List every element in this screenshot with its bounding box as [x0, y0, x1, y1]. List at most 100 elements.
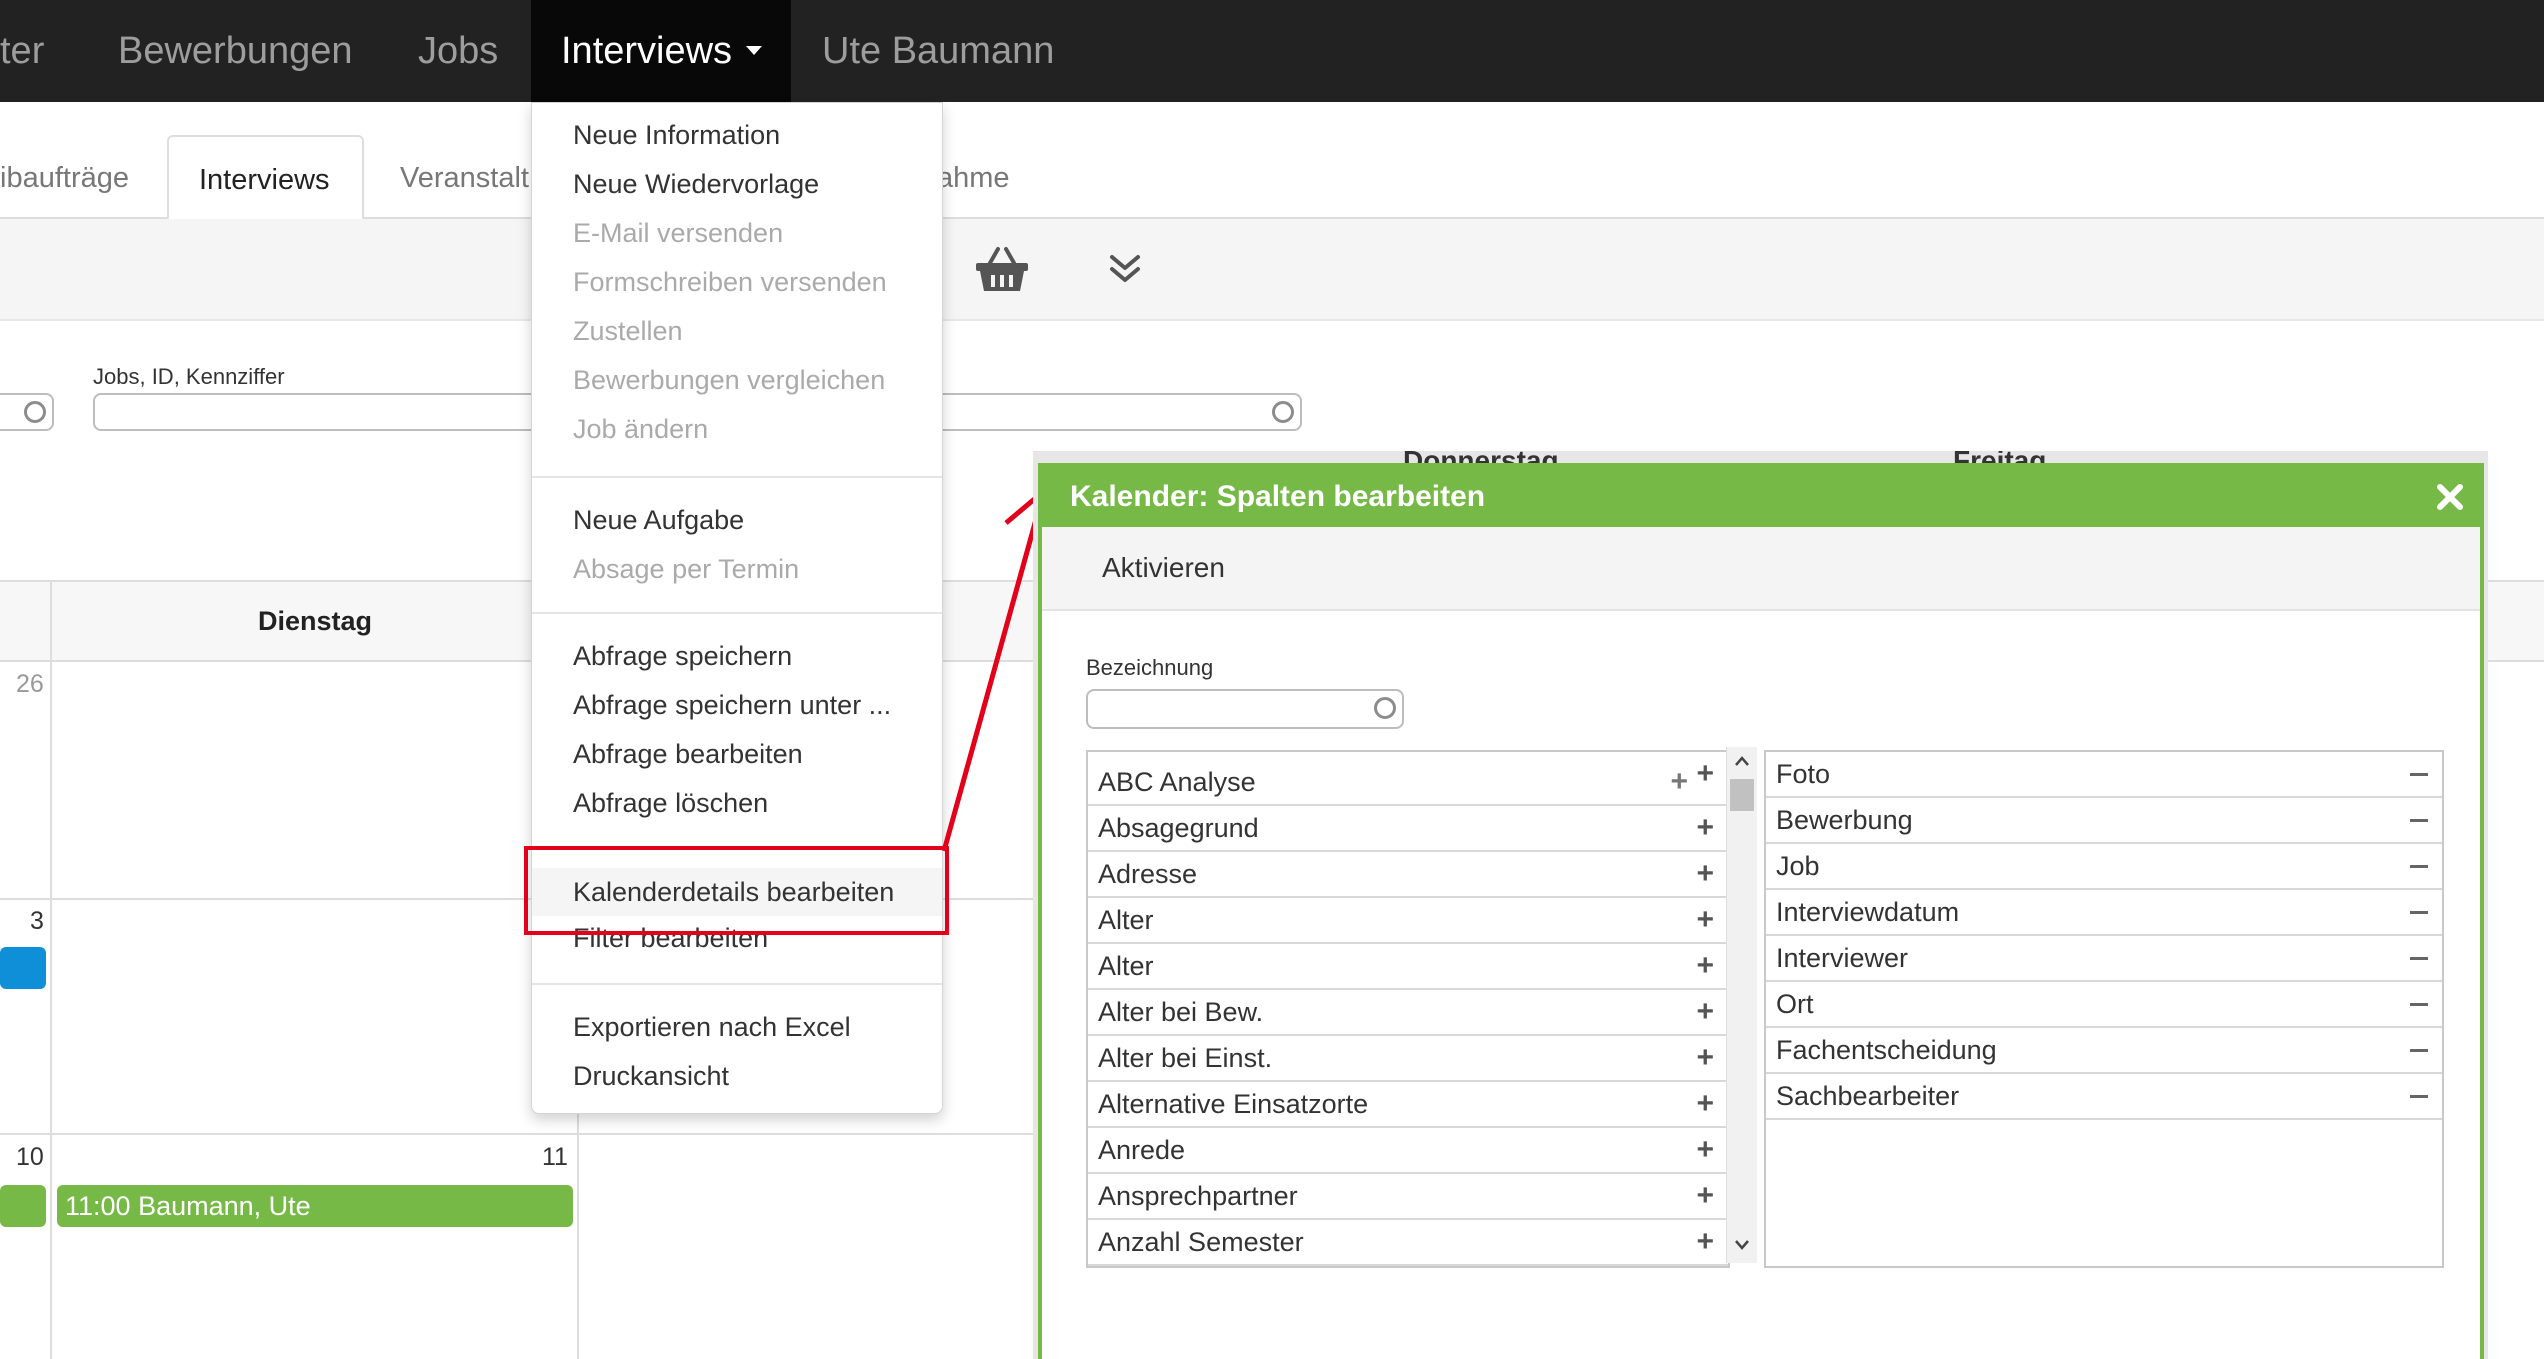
list-item[interactable]: Bewerbung	[1766, 798, 2442, 844]
tab-aktivieren[interactable]: Aktivieren	[1102, 527, 1225, 609]
add-icon[interactable]: +	[1696, 944, 1714, 988]
menu-item-job-aendern: Job ändern	[573, 414, 709, 444]
menu-divider	[532, 476, 942, 478]
menu-item-absage-per-termin: Absage per Termin	[573, 554, 800, 584]
clear-circle-icon[interactable]	[1272, 401, 1294, 423]
scrollbar-thumb[interactable]	[1730, 779, 1754, 811]
list-item[interactable]: Interviewdatum	[1766, 890, 2442, 936]
list-item[interactable]: Interviewer	[1766, 936, 2442, 982]
menu-item-neue-wiedervorlage[interactable]: Neue Wiedervorlage	[573, 169, 819, 200]
search-label: Bezeichnung	[1086, 655, 1214, 680]
calendar-event-green[interactable]	[0, 1185, 46, 1227]
calendar-col-divider	[50, 580, 52, 1359]
top-navbar: ter Bewerbungen Jobs Interviews Ute Baum…	[0, 0, 2544, 102]
list-item[interactable]: Anzahl Semester +	[1088, 1220, 1728, 1266]
toolbar	[0, 219, 2544, 321]
nav-item-interviews[interactable]: Interviews	[531, 0, 791, 102]
list-item[interactable]: Foto	[1766, 752, 2442, 798]
menu-item-abfrage-speichern[interactable]: Abfrage speichern	[573, 641, 792, 672]
close-icon[interactable]	[2432, 479, 2468, 515]
menu-item-exportieren-excel[interactable]: Exportieren nach Excel	[573, 1012, 851, 1043]
list-item[interactable]: Anrede +	[1088, 1128, 1728, 1174]
list-item[interactable]: Alter bei Bew. +	[1088, 990, 1728, 1036]
menu-item-formschreiben: Formschreiben versenden	[573, 267, 887, 297]
list-item-label: Bewerbung	[1776, 805, 1913, 835]
add-icon[interactable]: +	[1696, 752, 1714, 796]
nav-item-user[interactable]: Ute Baumann	[822, 0, 1054, 102]
search-input[interactable]	[1086, 689, 1404, 729]
menu-item-neue-aufgabe[interactable]: Neue Aufgabe	[573, 505, 744, 536]
list-item-label: ABC Analyse	[1098, 767, 1256, 797]
list-item-label: Interviewer	[1776, 943, 1909, 973]
caret-down-icon	[746, 46, 763, 56]
tab-interviews[interactable]: Interviews	[167, 135, 364, 220]
add-icon[interactable]: +	[1696, 1174, 1714, 1218]
nav-item-partial[interactable]: ter	[0, 0, 44, 102]
clear-circle-icon[interactable]	[24, 401, 46, 423]
calendar-day-number[interactable]: 26	[16, 670, 44, 699]
list-item-label: Absagegrund	[1098, 813, 1259, 843]
list-item[interactable]: Sachbearbeiter	[1766, 1074, 2442, 1120]
menu-item-abfrage-loeschen[interactable]: Abfrage löschen	[573, 788, 768, 819]
tab-partial-right[interactable]: ahme	[937, 135, 1010, 218]
list-item[interactable]: Job	[1766, 844, 2442, 890]
menu-item-zustellen: Zustellen	[573, 316, 683, 346]
highlight-box	[524, 846, 949, 935]
calendar-event[interactable]: 11:00 Baumann, Ute	[57, 1185, 573, 1227]
add-icon[interactable]: +	[1696, 1082, 1714, 1126]
add-icon[interactable]: +	[1696, 1036, 1714, 1080]
chevron-up-icon[interactable]	[1734, 755, 1750, 767]
menu-item-druckansicht[interactable]: Druckansicht	[573, 1061, 729, 1092]
list-item-label: Ansprechpartner	[1098, 1181, 1298, 1211]
dialog-tabbar: Aktivieren	[1042, 527, 2480, 611]
clear-circle-icon[interactable]	[1374, 697, 1396, 719]
list-item[interactable]: Alter +	[1088, 944, 1728, 990]
nav-item-jobs[interactable]: Jobs	[418, 0, 498, 102]
jobs-filter-input[interactable]	[93, 393, 553, 431]
add-icon[interactable]: +	[1696, 852, 1714, 896]
double-chevron-down-icon[interactable]	[1108, 253, 1142, 285]
menu-divider	[532, 612, 942, 614]
list-item[interactable]: Absagegrund +	[1088, 806, 1728, 852]
calendar-day-number[interactable]: 11	[542, 1143, 568, 1172]
list-item[interactable]: Ort	[1766, 982, 2442, 1028]
nav-item-interviews-label: Interviews	[561, 30, 733, 72]
menu-item-abfrage-bearbeiten[interactable]: Abfrage bearbeiten	[573, 739, 803, 770]
list-item-label: Anrede	[1098, 1135, 1186, 1165]
list-item[interactable]: Alter bei Einst. +	[1088, 1036, 1728, 1082]
list-item-label: Sachbearbeiter	[1776, 1081, 1960, 1111]
add-icon[interactable]: +	[1670, 760, 1688, 804]
menu-item-neue-information[interactable]: Neue Information	[573, 120, 780, 151]
list-item[interactable]: Ansprechpartner +	[1088, 1174, 1728, 1220]
basket-icon[interactable]	[974, 245, 1030, 295]
filter-input-left[interactable]	[0, 393, 54, 431]
menu-item-bewerbungen-vergleichen: Bewerbungen vergleichen	[573, 365, 886, 395]
nav-item-bewerbungen[interactable]: Bewerbungen	[118, 0, 353, 102]
selected-columns-list: Foto Bewerbung Job Interviewdatum Interv…	[1764, 750, 2444, 1268]
available-list-scrollbar[interactable]	[1726, 747, 1757, 1263]
list-item[interactable]: Adresse +	[1088, 852, 1728, 898]
calendar-week-divider	[0, 1133, 1040, 1135]
list-item-label: Alter	[1098, 905, 1154, 935]
tab-veranstaltungen[interactable]: Veranstalt	[400, 135, 529, 218]
list-item[interactable]: Fachentscheidung	[1766, 1028, 2442, 1074]
list-item-label: Alternative Einsatzorte	[1098, 1089, 1369, 1119]
menu-item-abfrage-speichern-unter[interactable]: Abfrage speichern unter ...	[573, 690, 891, 721]
chevron-down-icon[interactable]	[1734, 1239, 1750, 1251]
add-icon[interactable]: +	[1696, 1220, 1714, 1264]
list-item[interactable]: Alternative Einsatzorte +	[1088, 1082, 1728, 1128]
filter-input-right[interactable]	[930, 393, 1302, 431]
list-item-label: Alter bei Einst.	[1098, 1043, 1273, 1073]
add-icon[interactable]: +	[1696, 1128, 1714, 1172]
calendar-day-number[interactable]: 10	[16, 1143, 44, 1172]
add-icon[interactable]: +	[1696, 990, 1714, 1034]
calendar-day-number[interactable]: 3	[30, 907, 44, 936]
calendar-event-blue[interactable]	[0, 947, 46, 989]
list-item-label: Alter	[1098, 951, 1154, 981]
add-icon[interactable]: +	[1696, 806, 1714, 850]
tab-partial-left[interactable]: ibaufträge	[0, 135, 129, 218]
list-item[interactable]: ABC Analyse + +	[1088, 757, 1728, 806]
list-item[interactable]: Alter +	[1088, 898, 1728, 944]
list-item-label: Foto	[1776, 759, 1831, 789]
add-icon[interactable]: +	[1696, 898, 1714, 942]
